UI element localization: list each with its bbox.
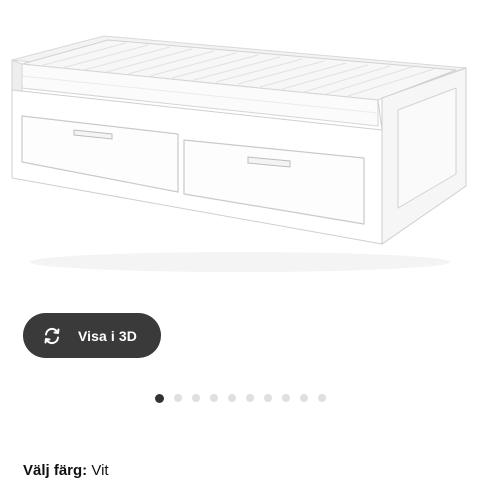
- view-in-3d-button[interactable]: Visa i 3D: [23, 313, 161, 358]
- color-selector-value: Vit: [91, 462, 109, 479]
- rotate-3d-icon: [40, 324, 64, 348]
- carousel-dot[interactable]: [318, 394, 326, 402]
- color-selector-label: Välj färg:: [23, 462, 88, 479]
- view-in-3d-label: Visa i 3D: [78, 327, 138, 344]
- color-selector[interactable]: Välj färg: Vit: [23, 462, 109, 479]
- carousel-dot[interactable]: [264, 394, 272, 402]
- carousel-dot-active[interactable]: [155, 393, 164, 403]
- product-image[interactable]: [0, 0, 480, 300]
- carousel-pagination: [155, 393, 336, 403]
- carousel-dot[interactable]: [246, 394, 254, 402]
- carousel-dot[interactable]: [174, 394, 182, 402]
- carousel-dot[interactable]: [282, 394, 290, 402]
- carousel-dot[interactable]: [210, 394, 218, 402]
- carousel-dot[interactable]: [192, 394, 200, 402]
- carousel-dot[interactable]: [300, 394, 308, 402]
- product-page: Visa i 3D Välj färg: Vit: [0, 0, 480, 480]
- carousel-dot[interactable]: [228, 394, 236, 402]
